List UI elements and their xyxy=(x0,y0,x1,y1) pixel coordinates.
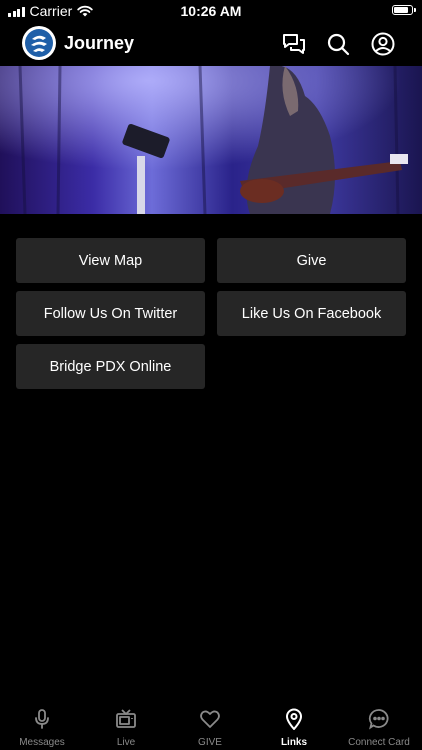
app-header: Journey xyxy=(0,22,422,66)
tab-label: GIVE xyxy=(198,737,222,748)
battery-fill xyxy=(394,7,409,13)
tab-label: Connect Card xyxy=(348,737,410,748)
heart-icon xyxy=(200,710,220,728)
tab-label: Messages xyxy=(19,737,65,748)
tab-give[interactable]: GIVE xyxy=(168,700,252,750)
app-title: Journey xyxy=(64,33,135,53)
bridge-pdx-online-button[interactable]: Bridge PDX Online xyxy=(16,344,205,389)
hero-image xyxy=(0,66,422,214)
tab-links[interactable]: Links xyxy=(252,700,336,750)
view-map-button[interactable]: View Map xyxy=(16,238,205,283)
location-pin-icon xyxy=(285,708,303,730)
twitter-button[interactable]: Follow Us On Twitter xyxy=(16,291,205,336)
chat-bubble-icon xyxy=(368,709,389,730)
chat-icon[interactable] xyxy=(281,31,307,57)
tab-label: Links xyxy=(280,737,308,748)
search-icon[interactable] xyxy=(325,31,351,57)
battery-icon xyxy=(392,5,416,15)
tab-connect-card[interactable]: Connect Card xyxy=(336,700,422,750)
status-time: 10:26 AM xyxy=(180,3,242,19)
profile-icon[interactable] xyxy=(370,31,396,57)
tv-icon xyxy=(116,709,136,728)
facebook-button[interactable]: Like Us On Facebook xyxy=(217,291,406,336)
give-button[interactable]: Give xyxy=(217,238,406,283)
hero-photo-illustration xyxy=(0,66,422,214)
church-logo-icon[interactable] xyxy=(22,26,56,60)
tab-messages[interactable]: Messages xyxy=(0,700,84,750)
tab-label: Live xyxy=(116,737,136,748)
tab-live[interactable]: Live xyxy=(84,700,168,750)
microphone-icon xyxy=(35,709,49,729)
status-bar: Carrier 10:26 AM xyxy=(0,0,422,22)
tab-bar: Messages Live GIVE Links Connect Card xyxy=(0,700,422,750)
